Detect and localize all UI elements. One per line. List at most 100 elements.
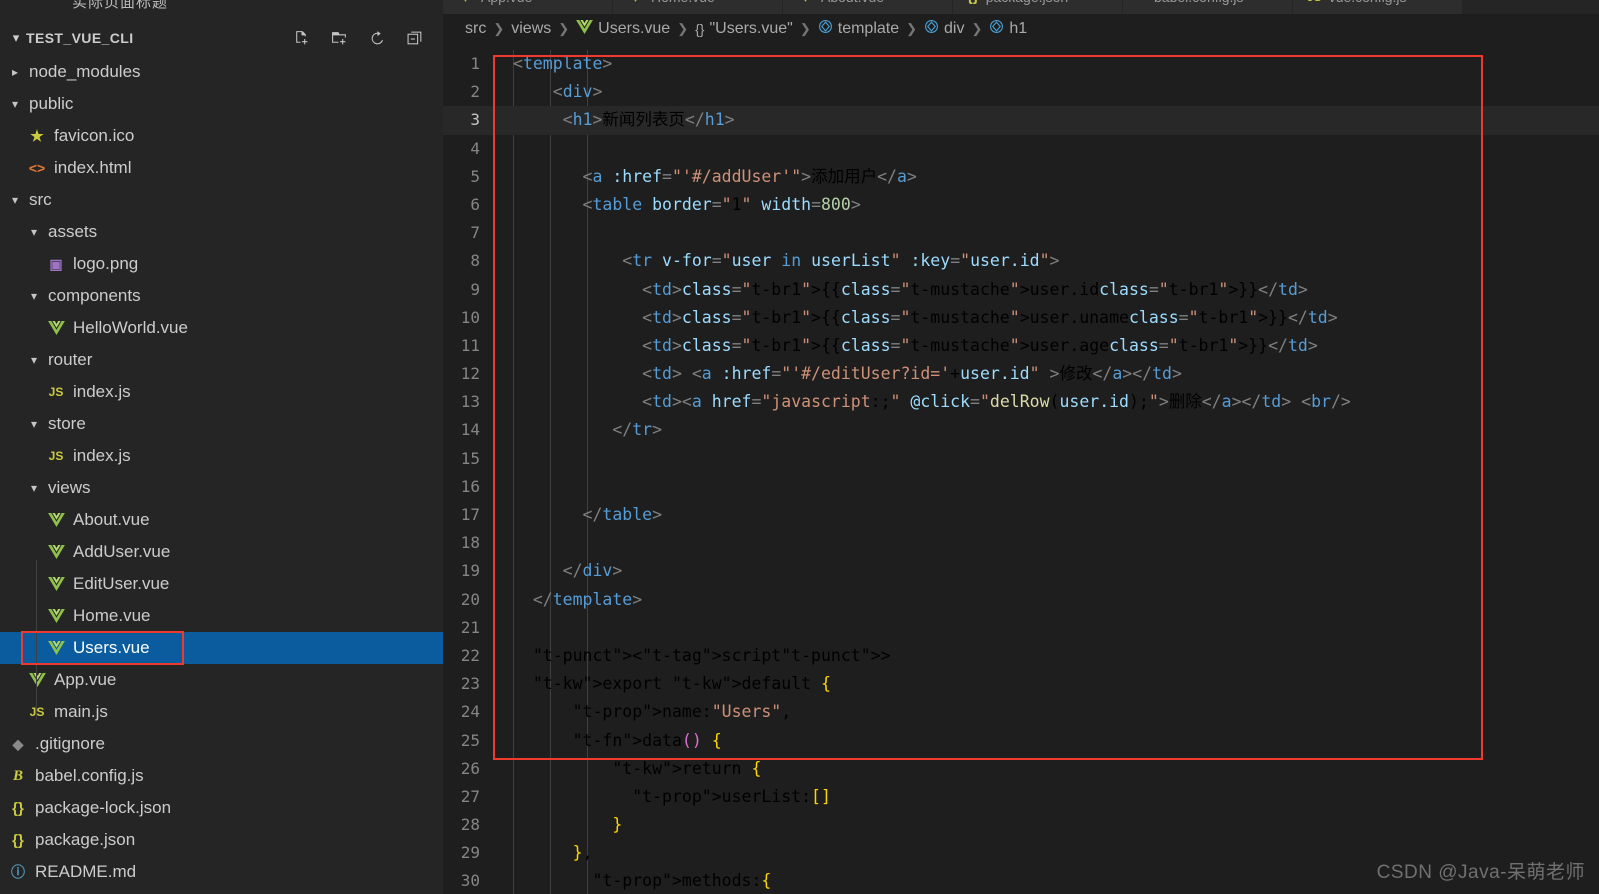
chevron-down-icon[interactable]: ▾: [6, 184, 24, 216]
code-line[interactable]: 5 <a :href="'#/addUser'">添加用户</a>: [443, 163, 1599, 191]
tree-file-index-js[interactable]: JS index.js: [0, 376, 443, 408]
js-icon: JS: [48, 449, 64, 463]
editor-tab-vue-config-js[interactable]: JS vue.config.js: [1293, 0, 1463, 14]
code-line[interactable]: 10 <td>class="t-br1">{{class="t-mustache…: [443, 304, 1599, 332]
tree-folder-views[interactable]: ▾ views: [0, 472, 443, 504]
tab-label: babel.config.js: [1154, 0, 1244, 5]
line-number: 15: [460, 448, 480, 468]
vue-icon: [44, 632, 68, 664]
code-line[interactable]: 13 <td><a href="javascript:;" @click="de…: [443, 388, 1599, 416]
code-line[interactable]: 11 <td>class="t-br1">{{class="t-mustache…: [443, 332, 1599, 360]
tree-file-app-vue[interactable]: App.vue: [0, 664, 443, 696]
code-line[interactable]: 21: [443, 614, 1599, 642]
babel-icon: B: [1137, 0, 1147, 4]
vue-icon: [47, 641, 65, 655]
vue-icon: [457, 0, 474, 5]
breadcrumb-label: views: [511, 20, 552, 37]
code-line[interactable]: 15: [443, 445, 1599, 473]
code-line[interactable]: 2 <div>: [443, 78, 1599, 106]
code-line[interactable]: 12 <td> <a :href="'#/editUser?id='+user.…: [443, 360, 1599, 388]
code-line[interactable]: 3 <h1>新闻列表页</h1>: [443, 106, 1599, 135]
new-file-icon[interactable]: [291, 28, 311, 48]
code-line[interactable]: 17 </table>: [443, 501, 1599, 529]
tree-file-index-html[interactable]: <> index.html: [0, 152, 443, 184]
code-line[interactable]: 25 "t-fn">data() {: [443, 727, 1599, 755]
tree-file-logo-png[interactable]: ▣ logo.png: [0, 248, 443, 280]
tree-file-package-json[interactable]: {} package.json: [0, 824, 443, 856]
code-line[interactable]: 14 </tr>: [443, 416, 1599, 444]
chevron-down-icon[interactable]: ▾: [25, 408, 43, 440]
tree-file-main-js[interactable]: JS main.js: [0, 696, 443, 728]
breadcrumb-item-div[interactable]: div: [924, 19, 964, 39]
new-folder-icon[interactable]: [329, 28, 349, 48]
tree-file-babel-config-js[interactable]: Bbabel.config.js: [0, 760, 443, 792]
tree-file-readme-md[interactable]: ⓘ README.md: [0, 856, 443, 888]
code-editor[interactable]: 1 <template> 2 <div> 3 <h1>新闻列表页</h1> 4 5 <a …: [443, 50, 1599, 894]
code-line[interactable]: 22 "t-punct"><"t-tag">script"t-punct">>: [443, 642, 1599, 670]
breadcrumb-item-src[interactable]: src: [465, 20, 486, 38]
code-line[interactable]: 20 </template>: [443, 586, 1599, 614]
collapse-all-icon[interactable]: [405, 28, 425, 48]
code-line[interactable]: 27 "t-prop">userList:[]: [443, 783, 1599, 811]
tree-folder-assets[interactable]: ▾ assets: [0, 216, 443, 248]
editor-tab-app-vue[interactable]: App.vue: [443, 0, 613, 14]
breadcrumb-item-views[interactable]: views: [511, 20, 551, 38]
tree-file-package-lock-json[interactable]: {} package-lock.json: [0, 792, 443, 824]
tree-file-adduser-vue[interactable]: AddUser.vue: [0, 536, 443, 568]
chevron-down-icon[interactable]: ▾: [25, 344, 43, 376]
refresh-icon[interactable]: [367, 28, 387, 48]
code-line[interactable]: 29 },: [443, 839, 1599, 867]
editor-tab-babel-config-js[interactable]: Bbabel.config.js: [1123, 0, 1293, 14]
tree-file-users-vue[interactable]: Users.vue: [0, 632, 443, 664]
tree-folder-node-modules[interactable]: ▸ node_modules: [0, 56, 443, 88]
tree-file-helloworld-vue[interactable]: HelloWorld.vue: [0, 312, 443, 344]
editor-tab-home-vue[interactable]: Home.vue: [613, 0, 783, 14]
tree-file-home-vue[interactable]: Home.vue: [0, 600, 443, 632]
code-text: <td>class="t-br1">{{class="t-mustache">u…: [642, 279, 1308, 299]
tree-file--gitignore[interactable]: ◆ .gitignore: [0, 728, 443, 760]
tree-file-index-js[interactable]: JS index.js: [0, 440, 443, 472]
code-line[interactable]: 26 "t-kw">return {: [443, 755, 1599, 783]
code-text: <td>class="t-br1">{{class="t-mustache">u…: [642, 335, 1318, 355]
code-line[interactable]: 16: [443, 473, 1599, 501]
tree-folder-public[interactable]: ▾ public: [0, 88, 443, 120]
html-icon: <>: [28, 160, 46, 176]
breadcrumb-item--users-vue-[interactable]: {} "Users.vue": [695, 20, 793, 38]
explorer-header[interactable]: ▾ TEST_VUE_CLI: [0, 24, 443, 52]
editor-tab-about-vue[interactable]: About.vue: [783, 0, 953, 14]
tree-folder-store[interactable]: ▾ store: [0, 408, 443, 440]
chevron-down-icon[interactable]: ▾: [6, 88, 24, 120]
tree-folder-src[interactable]: ▾ src: [0, 184, 443, 216]
breadcrumb-item-template[interactable]: template: [818, 19, 899, 39]
code-line[interactable]: 28 }: [443, 811, 1599, 839]
tree-item-label: Home.vue: [73, 606, 151, 625]
code-line[interactable]: 8 <tr v-for="user in userList" :key="use…: [443, 247, 1599, 275]
chevron-down-icon[interactable]: ▾: [6, 30, 26, 46]
tree-folder-router[interactable]: ▾ router: [0, 344, 443, 376]
editor-tab-package-json[interactable]: {} package.json: [953, 0, 1123, 14]
chevron-right-icon[interactable]: ▸: [6, 56, 24, 88]
chevron-right-icon: ❯: [971, 21, 983, 36]
code-line[interactable]: 19 </div>: [443, 557, 1599, 585]
breadcrumb-item-users-vue[interactable]: Users.vue: [576, 19, 670, 39]
code-line[interactable]: 18: [443, 529, 1599, 557]
chevron-down-icon[interactable]: ▾: [25, 472, 43, 504]
chevron-down-icon[interactable]: ▾: [25, 280, 43, 312]
code-line[interactable]: 4: [443, 135, 1599, 163]
tree-file-about-vue[interactable]: About.vue: [0, 504, 443, 536]
code-text: "t-prop">userList:[]: [632, 786, 831, 806]
code-line[interactable]: 6 <table border="1" width=800>: [443, 191, 1599, 219]
code-line[interactable]: 24 "t-prop">name:"Users",: [443, 698, 1599, 726]
code-line[interactable]: 1 <template>: [443, 50, 1599, 78]
tree-file-favicon-ico[interactable]: ★ favicon.ico: [0, 120, 443, 152]
chevron-down-icon[interactable]: ▾: [25, 216, 43, 248]
code-line[interactable]: 30 "t-prop">methods:{: [443, 867, 1599, 894]
code-line[interactable]: 23 "t-kw">export "t-kw">default {: [443, 670, 1599, 698]
tree-folder-components[interactable]: ▾ components: [0, 280, 443, 312]
vue-icon: [576, 19, 594, 39]
breadcrumb-item-h1[interactable]: h1: [989, 19, 1027, 39]
code-line[interactable]: 7: [443, 219, 1599, 247]
tree-file-edituser-vue[interactable]: EditUser.vue: [0, 568, 443, 600]
code-line[interactable]: 9 <td>class="t-br1">{{class="t-mustache"…: [443, 276, 1599, 304]
tree-item-label: AddUser.vue: [73, 542, 171, 561]
